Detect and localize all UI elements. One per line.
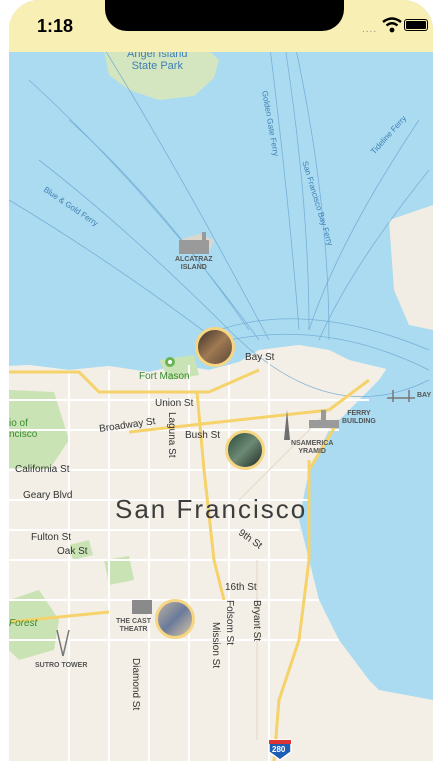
street-label: Fulton St xyxy=(31,532,72,543)
photo-pin-fishermans-wharf[interactable] xyxy=(195,327,235,367)
fort-mason-label: Fort Mason xyxy=(139,371,190,382)
sutro-tower-label: SUTRO TOWER xyxy=(35,662,88,669)
castro-theatre-label: THE CAST THEATR xyxy=(116,618,151,633)
battery-icon xyxy=(404,19,428,31)
presidio-label: io of ncisco xyxy=(9,418,38,440)
photo-pin-castro[interactable] xyxy=(155,599,195,639)
castro-theatre-icon xyxy=(132,600,152,614)
phone-frame: Angel Island State Park ALCATRAZ ISLAND … xyxy=(0,0,433,761)
forest-label: Forest xyxy=(9,618,38,629)
street-label: Diamond St xyxy=(130,658,141,711)
photo-pin-chinatown[interactable] xyxy=(225,430,265,470)
street-label: 16th St xyxy=(225,582,257,593)
notch xyxy=(105,0,344,31)
transamerica-label: NSAMERICA YRAMID xyxy=(291,440,334,455)
street-label: Bush St xyxy=(185,430,221,441)
city-label: San Francisco xyxy=(115,494,308,524)
street-label: Mission St xyxy=(210,622,221,669)
signal-icon: .... xyxy=(362,24,378,35)
street-label: Geary Blvd xyxy=(23,490,73,501)
bay-bridge-label: BAY xyxy=(417,392,432,399)
street-label: Oak St xyxy=(57,546,88,557)
alcatraz-label: ALCATRAZ ISLAND xyxy=(175,256,213,271)
map-view[interactable] xyxy=(9,0,433,761)
status-time: 1:18 xyxy=(37,16,74,36)
wifi-icon xyxy=(382,17,402,33)
street-label: Bay St xyxy=(245,352,275,363)
fort-mason-icon xyxy=(165,357,175,367)
screen: Angel Island State Park ALCATRAZ ISLAND … xyxy=(9,0,433,761)
street-label: Laguna St xyxy=(166,412,177,458)
ferry-building-label: FERRY BUILDING xyxy=(342,410,376,425)
street-label: Bryant St xyxy=(251,600,262,642)
street-label: California St xyxy=(15,464,70,475)
street-label: Folsom St xyxy=(224,600,235,646)
street-label: Union St xyxy=(155,398,194,409)
status-bar: 1:18 .... xyxy=(9,0,433,52)
highway-shield-label: 280 xyxy=(272,745,286,754)
